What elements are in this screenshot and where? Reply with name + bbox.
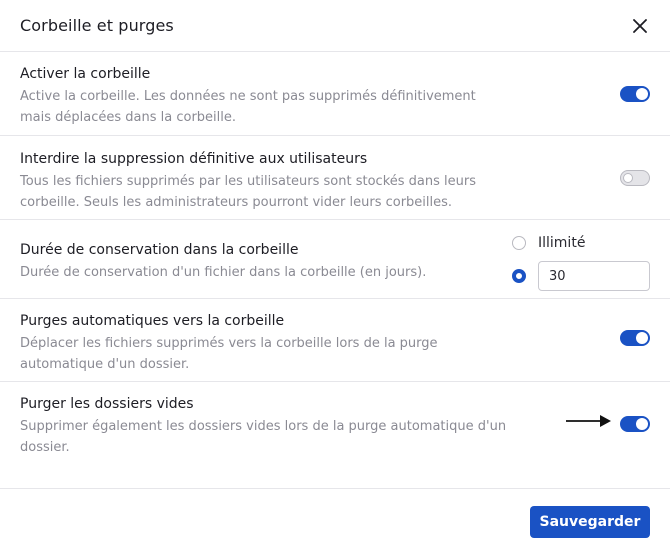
setting-description: Supprimer également les dossiers vides l… bbox=[20, 419, 507, 455]
save-button[interactable]: Sauvegarder bbox=[530, 506, 650, 538]
purge-empty-folders-toggle[interactable] bbox=[620, 416, 650, 432]
setting-description: Active la corbeille. Les données ne sont… bbox=[20, 89, 476, 125]
radio-days[interactable] bbox=[512, 269, 526, 283]
setting-title: Purges automatiques vers la corbeille bbox=[20, 313, 285, 329]
radio-option-days[interactable] bbox=[512, 261, 650, 291]
setting-description: Durée de conservation d'un fichier dans … bbox=[20, 265, 427, 280]
radio-unlimited[interactable] bbox=[512, 236, 526, 250]
auto-purge-toggle[interactable] bbox=[620, 330, 650, 346]
toggle-knob bbox=[636, 418, 648, 430]
setting-purge-empty-folders: Purger les dossiers vides Supprimer égal… bbox=[0, 382, 670, 489]
trash-and-purge-dialog: Corbeille et purges Activer la corbeille… bbox=[0, 0, 670, 556]
arrow-right-icon bbox=[566, 415, 611, 427]
setting-auto-purge-to-trash: Purges automatiques vers la corbeille Dé… bbox=[0, 299, 670, 382]
setting-title: Activer la corbeille bbox=[20, 66, 151, 82]
retention-radio-group: Illimité bbox=[512, 234, 650, 291]
enable-trash-toggle[interactable] bbox=[620, 86, 650, 102]
toggle-knob bbox=[623, 173, 633, 183]
radio-label-unlimited: Illimité bbox=[538, 235, 586, 251]
setting-enable-trash: Activer la corbeille Active la corbeille… bbox=[0, 52, 670, 136]
toggle-knob bbox=[636, 88, 648, 100]
dialog-header: Corbeille et purges bbox=[0, 0, 670, 52]
setting-retention-duration: Durée de conservation dans la corbeille … bbox=[0, 220, 670, 299]
setting-title: Interdire la suppression définitive aux … bbox=[20, 151, 368, 167]
toggle-knob bbox=[636, 332, 648, 344]
forbid-permanent-delete-toggle[interactable] bbox=[620, 170, 650, 186]
dialog-footer: Sauvegarder bbox=[0, 490, 670, 556]
radio-option-unlimited[interactable]: Illimité bbox=[512, 234, 650, 252]
setting-description: Tous les fichiers supprimés par les util… bbox=[20, 174, 476, 210]
setting-title: Purger les dossiers vides bbox=[20, 396, 194, 412]
retention-days-input[interactable] bbox=[538, 261, 650, 291]
setting-description: Déplacer les fichiers supprimés vers la … bbox=[20, 336, 438, 372]
close-icon[interactable] bbox=[628, 14, 652, 38]
setting-forbid-permanent-delete: Interdire la suppression définitive aux … bbox=[0, 136, 670, 220]
dialog-title: Corbeille et purges bbox=[20, 16, 174, 35]
